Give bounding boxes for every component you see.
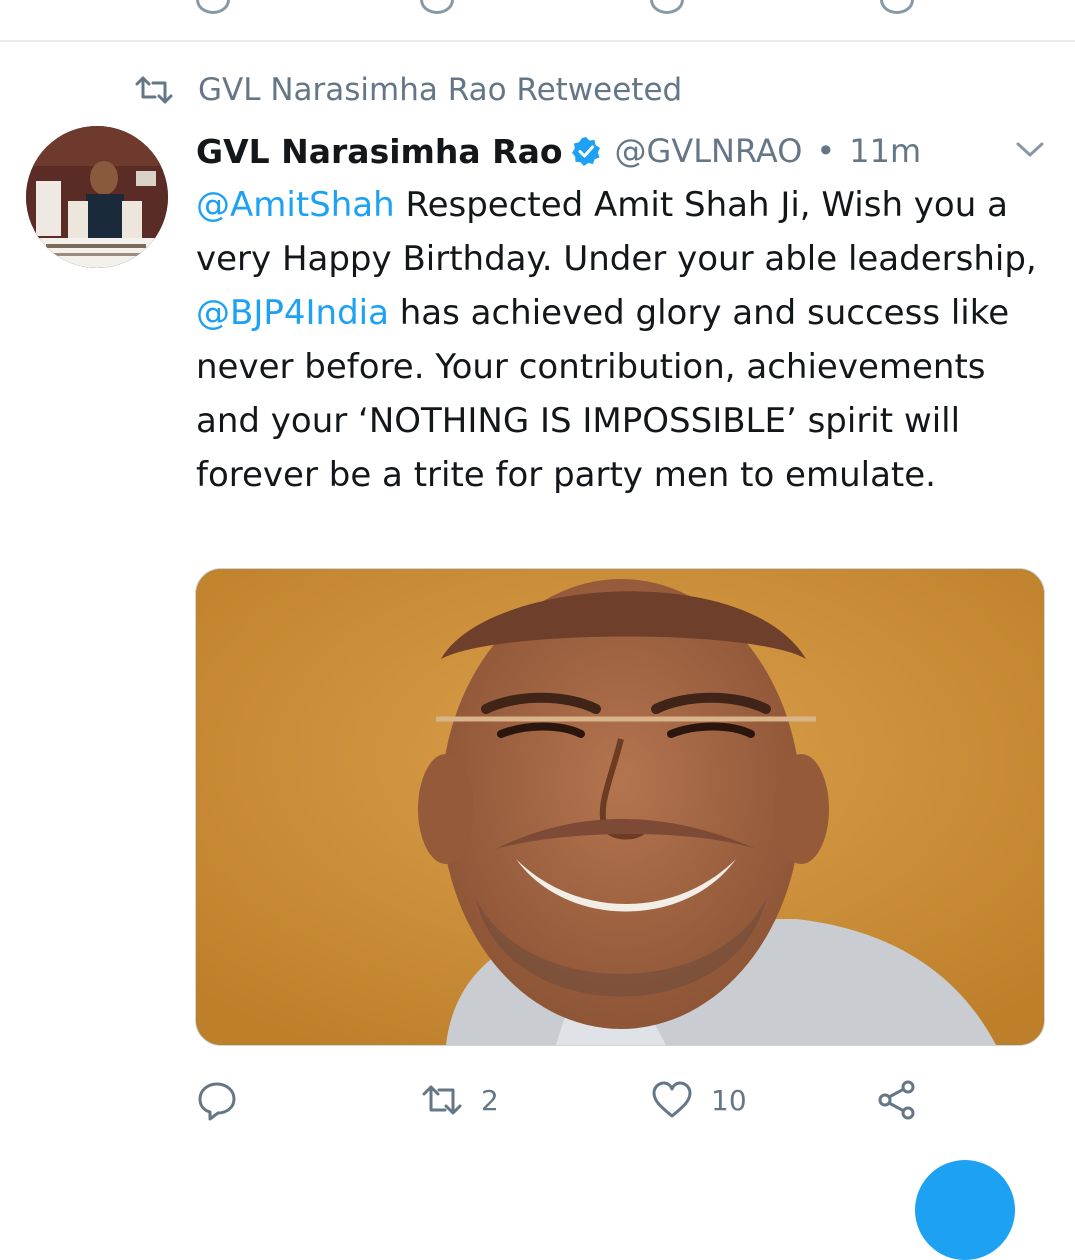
tweet-divider xyxy=(0,40,1075,42)
tweet-text: @AmitShah Respected Amit Shah Ji, Wish y… xyxy=(196,178,1056,502)
share-button[interactable] xyxy=(876,1072,918,1128)
compose-tweet-button[interactable] xyxy=(915,1160,1015,1260)
retweet-count: 2 xyxy=(481,1083,499,1117)
heart-icon[interactable] xyxy=(650,0,684,14)
retweet-context: GVL Narasimha Rao Retweeted xyxy=(134,70,682,110)
retweet-icon xyxy=(422,1085,462,1115)
reply-icon xyxy=(198,1082,236,1121)
retweet-label[interactable]: GVL Narasimha Rao Retweeted xyxy=(198,72,682,108)
chevron-down-icon[interactable] xyxy=(1012,134,1048,164)
mention-link[interactable]: @BJP4India xyxy=(196,293,389,333)
timestamp[interactable]: 11m xyxy=(849,132,921,170)
avatar[interactable] xyxy=(26,126,168,268)
retweet-icon xyxy=(135,76,173,104)
handle[interactable]: @GVLNRAO xyxy=(615,132,803,170)
tweet-photo[interactable] xyxy=(195,568,1045,1046)
tweet-header: GVL Narasimha Rao @GVLNRAO • 11m xyxy=(196,126,1056,176)
retweet-button[interactable]: 2 xyxy=(421,1072,499,1128)
previous-tweet-actions xyxy=(0,0,1075,20)
like-button[interactable]: 10 xyxy=(651,1072,747,1128)
heart-icon xyxy=(652,1081,692,1118)
reply-button[interactable] xyxy=(196,1072,238,1128)
mention-link[interactable]: @AmitShah xyxy=(196,185,395,225)
separator-dot: • xyxy=(816,132,836,170)
display-name[interactable]: GVL Narasimha Rao xyxy=(196,132,563,171)
like-count: 10 xyxy=(711,1083,747,1117)
reply-icon[interactable] xyxy=(196,0,230,14)
tweet-actions: 2 10 xyxy=(196,1072,996,1128)
retweet-icon[interactable] xyxy=(420,0,454,14)
share-icon[interactable] xyxy=(880,0,914,14)
share-icon xyxy=(878,1080,915,1120)
verified-badge-icon xyxy=(571,137,600,166)
